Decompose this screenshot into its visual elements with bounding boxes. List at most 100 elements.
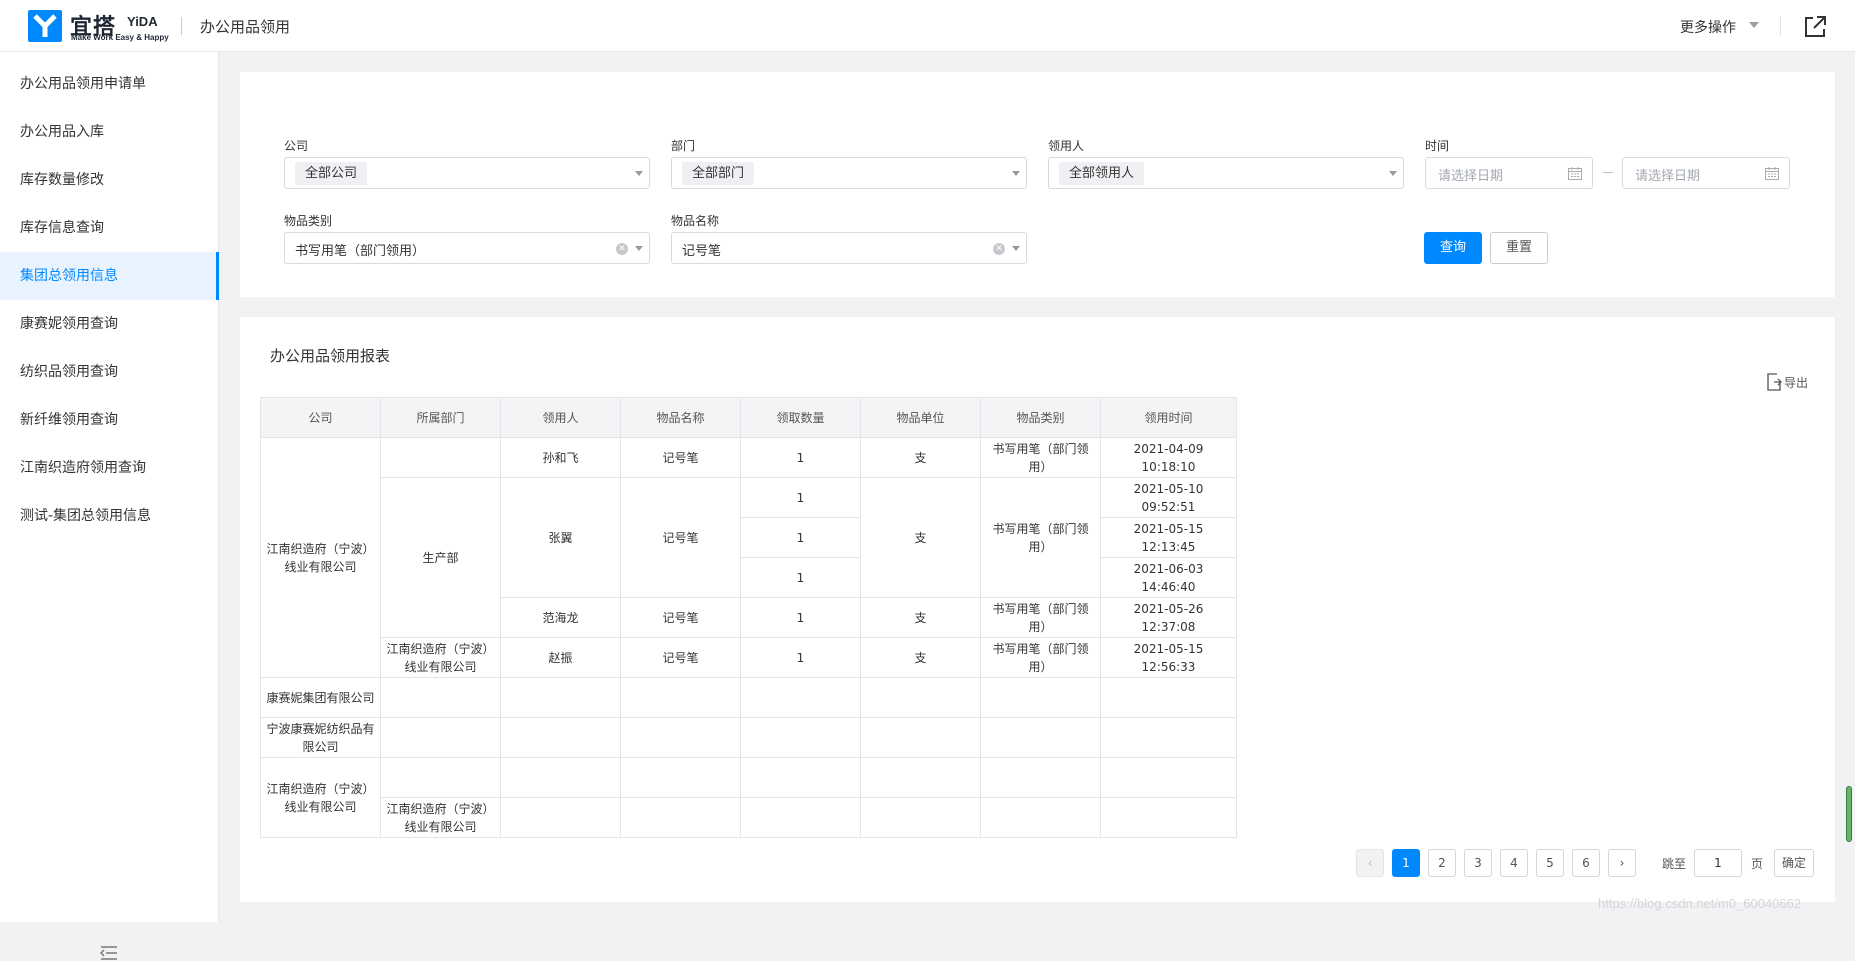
brand-slogan: Make Work Easy & Happy [71, 33, 169, 42]
company-label: 公司 [284, 139, 309, 153]
chevron-down-icon[interactable] [1749, 22, 1759, 28]
chevron-down-icon [1012, 171, 1020, 176]
more-actions-button[interactable]: 更多操作 [1680, 17, 1736, 37]
recipient-select[interactable]: 全部领用人 [1048, 157, 1404, 189]
category-value: 书写用笔（部门领用） [295, 244, 426, 259]
item-name-cell: 记号笔 [620, 477, 741, 598]
sidebar-item-kangsaini[interactable]: 康赛妮领用查询 [0, 300, 219, 348]
recipient-tag: 全部领用人 [1059, 162, 1145, 185]
category-cell: 书写用笔（部门领用） [980, 477, 1101, 598]
department-label: 部门 [671, 139, 696, 153]
chevron-down-icon [1012, 246, 1020, 251]
start-date-placeholder: 请选择日期 [1438, 169, 1504, 184]
time-cell: 2021-05-15 12:13:45 [1100, 517, 1237, 558]
time-cell: 2021-05-26 12:37:08 [1100, 597, 1237, 638]
recipient-cell: 赵振 [500, 637, 621, 678]
sidebar-item-apply[interactable]: 办公用品领用申请单 [0, 60, 219, 108]
company-tag: 全部公司 [295, 162, 368, 185]
company-select[interactable]: 全部公司 [284, 157, 650, 189]
jump-confirm-button[interactable]: 确定 [1774, 849, 1814, 877]
table-row: 江南织造府（宁波）线业有限公司 孙和飞 记号笔 1 支 书写用笔（部门领用） 2… [260, 437, 1237, 678]
chevron-down-icon [1389, 171, 1397, 176]
sidebar-item-jiangnan[interactable]: 江南织造府领用查询 [0, 444, 219, 492]
unit-cell: 支 [860, 477, 981, 598]
column-header[interactable]: 领取数量 [740, 397, 861, 438]
quantity-cell: 1 [740, 477, 861, 518]
start-date-input[interactable]: 请选择日期 [1425, 157, 1593, 189]
sidebar-item-stock-query[interactable]: 库存信息查询 [0, 204, 219, 252]
clear-icon[interactable]: ✕ [616, 243, 628, 255]
end-date-placeholder: 请选择日期 [1635, 169, 1701, 184]
recipient-cell: 范海龙 [500, 597, 621, 638]
clear-icon[interactable]: ✕ [993, 243, 1005, 255]
reset-button[interactable]: 重置 [1490, 232, 1548, 264]
column-header[interactable]: 物品类别 [980, 397, 1101, 438]
page-3-button[interactable]: 3 [1464, 849, 1492, 877]
column-header[interactable]: 物品单位 [860, 397, 981, 438]
company-cell: 江南织造府（宁波）线业有限公司 [260, 757, 381, 838]
quantity-cell: 1 [740, 517, 861, 558]
department-cell: 江南织造府（宁波）线业有限公司 [380, 637, 501, 678]
department-cell [380, 437, 501, 478]
collapse-sidebar-icon[interactable] [100, 945, 118, 961]
page-6-button[interactable]: 6 [1572, 849, 1600, 877]
page-5-button[interactable]: 5 [1536, 849, 1564, 877]
item-name-cell: 记号笔 [620, 637, 741, 678]
sidebar-item-test-group[interactable]: 测试-集团总领用信息 [0, 492, 219, 540]
quantity-cell: 1 [740, 437, 861, 478]
sidebar-item-new-fiber[interactable]: 新纤维领用查询 [0, 396, 219, 444]
header-divider-right [1780, 16, 1781, 36]
page-4-button[interactable]: 4 [1500, 849, 1528, 877]
table-row: 江南织造府（宁波）线业有限公司 [261, 797, 1237, 838]
calendar-icon [1765, 167, 1779, 180]
table-row: 宁波康赛妮纺织品有限公司 [260, 717, 1237, 758]
time-cell: 2021-04-09 10:18:10 [1100, 437, 1237, 478]
quantity-cell: 1 [740, 597, 861, 638]
brand-en: YiDA [127, 14, 158, 29]
column-header[interactable]: 领用人 [500, 397, 621, 438]
next-page-button[interactable]: › [1608, 849, 1636, 877]
recipient-cell: 孙和飞 [500, 437, 621, 478]
company-cell: 康赛妮集团有限公司 [260, 677, 381, 718]
query-button[interactable]: 查询 [1424, 232, 1482, 264]
date-range-separator [1603, 172, 1613, 173]
department-select[interactable]: 全部部门 [671, 157, 1027, 189]
app-title: 办公用品领用 [200, 18, 291, 36]
table-row: 江南织造府（宁波）线业有限公司 赵振 记号笔 1 支 书写用笔（部门领用） 20… [261, 637, 1237, 678]
item-name-select[interactable]: 记号笔 ✕ [671, 232, 1027, 264]
page-2-button[interactable]: 2 [1428, 849, 1456, 877]
column-header[interactable]: 公司 [260, 397, 381, 438]
report-table: 公司 所属部门 领用人 物品名称 领取数量 物品单位 物品类别 领用时间 江南织… [260, 397, 1237, 838]
time-label: 时间 [1425, 139, 1450, 153]
watermark: https://blog.csdn.net/m0_60040662 [1598, 896, 1802, 911]
column-header[interactable]: 物品名称 [620, 397, 741, 438]
category-label: 物品类别 [284, 214, 333, 228]
prev-page-button[interactable]: ‹ [1356, 849, 1384, 877]
item-name-value: 记号笔 [682, 244, 722, 259]
yida-logo-icon [28, 10, 62, 42]
sidebar-item-stock-in[interactable]: 办公用品入库 [0, 108, 219, 156]
export-label: 导出 [1784, 376, 1809, 390]
table-row: 康赛妮集团有限公司 [260, 677, 1237, 718]
end-date-input[interactable]: 请选择日期 [1622, 157, 1790, 189]
category-select[interactable]: 书写用笔（部门领用） ✕ [284, 232, 650, 264]
open-external-icon[interactable] [1802, 14, 1828, 40]
column-header[interactable]: 所属部门 [380, 397, 501, 438]
department-cell: 江南织造府（宁波）线业有限公司 [380, 797, 501, 838]
time-cell: 2021-06-03 14:46:40 [1100, 557, 1237, 598]
page-jump-input[interactable]: 1 [1694, 849, 1742, 877]
page-scrollbar[interactable] [1846, 786, 1852, 842]
unit-cell: 支 [860, 437, 981, 478]
chevron-down-icon [635, 171, 643, 176]
page-1-button[interactable]: 1 [1392, 849, 1420, 877]
column-header[interactable]: 领用时间 [1100, 397, 1237, 438]
sidebar: 办公用品领用申请单 办公用品入库 库存数量修改 库存信息查询 集团总领用信息 康… [0, 52, 219, 960]
department-cell: 生产部 [380, 477, 501, 638]
sidebar-item-group-total[interactable]: 集团总领用信息 [0, 252, 219, 300]
sidebar-item-textile[interactable]: 纺织品领用查询 [0, 348, 219, 396]
calendar-icon [1568, 167, 1582, 180]
export-button[interactable]: 导出 [1766, 372, 1812, 392]
report-title: 办公用品领用报表 [270, 347, 391, 365]
sidebar-item-stock-edit[interactable]: 库存数量修改 [0, 156, 219, 204]
category-cell: 书写用笔（部门领用） [980, 437, 1101, 478]
